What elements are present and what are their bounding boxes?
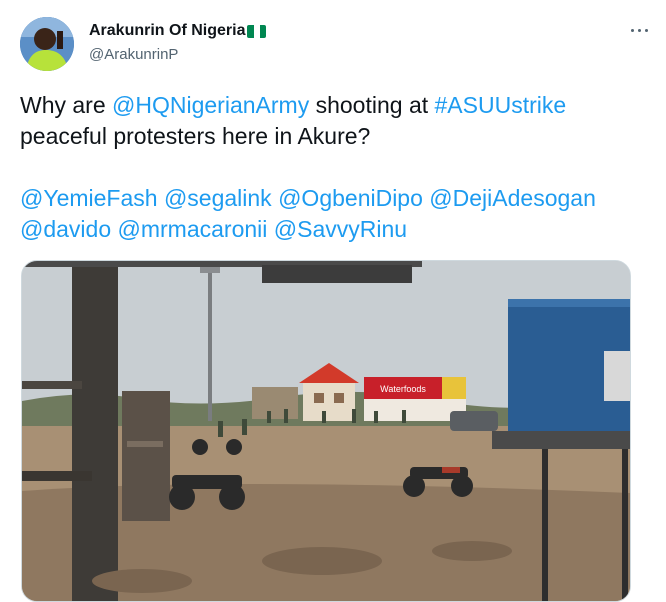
mention-link[interactable]: @SavvyRinu bbox=[274, 216, 407, 242]
tweet-text-line-1: Why are @HQNigerianArmy shooting at #ASU… bbox=[20, 90, 650, 121]
signboard-text: Waterfoods bbox=[380, 384, 426, 394]
tweet-card[interactable]: Arakunrin Of Nigeria @ArakunrinP Why are… bbox=[0, 0, 666, 602]
mention-link[interactable]: @davido bbox=[20, 216, 111, 242]
mention-link[interactable]: @YemieFash bbox=[20, 185, 158, 211]
author-handle[interactable]: @ArakunrinP bbox=[89, 46, 178, 63]
mention-link[interactable]: @OgbeniDipo bbox=[278, 185, 423, 211]
mentions-line-1: @YemieFash @segalink @OgbeniDipo @DejiAd… bbox=[20, 183, 650, 214]
avatar[interactable] bbox=[20, 17, 74, 71]
mention-link[interactable]: @segalink bbox=[164, 185, 272, 211]
more-horizontal-icon[interactable] bbox=[630, 26, 650, 36]
avatar-image bbox=[20, 17, 74, 71]
mention-link[interactable]: @DejiAdesogan bbox=[429, 185, 596, 211]
hashtag-link[interactable]: #ASUUstrike bbox=[435, 92, 567, 118]
text-segment: shooting at bbox=[309, 92, 435, 118]
tweet-text: Why are @HQNigerianArmy shooting at #ASU… bbox=[20, 90, 650, 245]
mentions-line-2: @davido @mrmacaronii @SavvyRinu bbox=[20, 214, 650, 245]
text-segment: Why are bbox=[20, 92, 113, 118]
media-scene: Waterfoods bbox=[22, 261, 630, 601]
mention-link[interactable]: @HQNigerianArmy bbox=[112, 92, 309, 118]
tweet-text-line-2: peaceful protesters here in Akure? bbox=[20, 123, 371, 149]
mention-link[interactable]: @mrmacaronii bbox=[118, 216, 268, 242]
author-display-name[interactable]: Arakunrin Of Nigeria bbox=[89, 22, 245, 40]
tweet-media-video[interactable]: Waterfoods bbox=[21, 260, 631, 602]
nigeria-flag-icon bbox=[247, 24, 267, 38]
